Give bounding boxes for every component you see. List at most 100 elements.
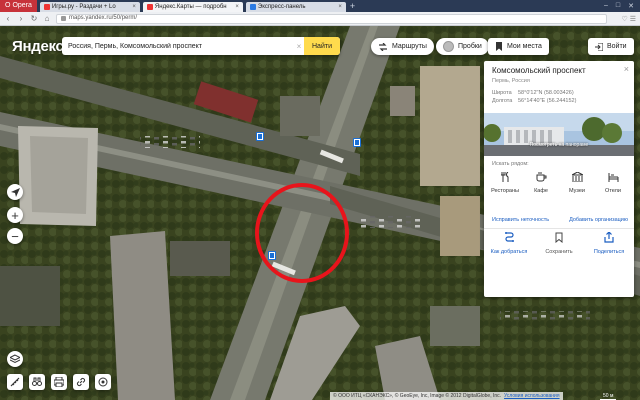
close-window-icon[interactable]: ✕ [628,2,634,10]
yandex-logo[interactable]: Яндекс [12,38,64,55]
printer-icon [54,377,64,387]
back-icon[interactable]: ‹ [4,14,12,23]
place-subtitle: Пермь, Россия [492,78,530,84]
ruler-icon [10,377,20,387]
category-label: Рестораны [491,188,519,194]
share-label: Поделиться [593,249,625,255]
route-icon [504,232,514,242]
bed-icon [608,173,618,182]
browser-tab-igry[interactable]: Игры.ру - Раздачи + Lo × [39,2,140,12]
copyright-bar: © ООО ИТЦ «СКАНЭКС», © GeoEye, Inc, Imag… [330,392,563,400]
tab-label: Экспресс-панель [257,4,306,10]
reload-icon[interactable]: ↻ [30,14,38,23]
traffic-button[interactable]: Пробки [436,38,489,55]
longitude-label: Долгота [492,98,513,104]
share-button[interactable]: Поделиться [586,232,632,255]
opera-logo-icon: O [5,2,11,9]
site-info-icon[interactable] [61,16,66,21]
category-cafe[interactable]: Кафе [524,172,558,194]
category-label: Отели [605,188,621,194]
transit-stop-icon[interactable] [353,138,361,147]
category-hotels[interactable]: Отели [596,172,630,194]
latitude-value: 58°0'12"N (58.003426) [518,90,574,96]
panorama-thumbnail[interactable] [484,113,634,156]
panorama-link[interactable]: Посмотреть на панораме [484,142,634,148]
panel-links: Исправить неточность Добавить организаци… [492,217,628,223]
zoom-out-button[interactable]: − [7,228,23,244]
bookmark-heart-icon[interactable]: ♡ ☰ [612,15,637,23]
find-button[interactable]: Найти [304,37,340,55]
add-organization-link[interactable]: Добавить организацию [569,217,628,223]
geolocation-button[interactable] [7,184,23,200]
url-field[interactable]: maps.yandex.ru/50/perm/ [56,13,607,24]
login-button[interactable]: Войти [588,38,634,55]
bookmark-icon [555,232,563,243]
traffic-light-icon [443,41,454,52]
search-input[interactable] [62,38,294,54]
terms-of-use-link[interactable]: Условия использования [504,392,560,400]
clear-search-icon[interactable]: × [294,42,304,51]
close-panel-icon[interactable]: × [624,64,629,74]
category-label: Музеи [569,188,585,194]
opera-menu-button[interactable]: O Opera [0,0,37,12]
browser-tab-express-panel[interactable]: Экспресс-панель × [245,2,346,12]
maximize-icon[interactable]: □ [616,2,620,10]
layers-icon [10,354,20,364]
print-button[interactable] [51,374,67,390]
museum-icon [571,172,583,182]
transit-stop-icon[interactable] [268,251,276,260]
search-nearby-label: Искать рядом: [492,161,529,167]
tab-label: Игры.ру - Раздачи + Lo [51,4,116,10]
my-places-button[interactable]: Мои места [488,38,549,55]
directions-button[interactable]: Как добраться [486,232,532,255]
zoom-in-button[interactable]: + [7,207,23,223]
directions-label: Как добраться [490,249,528,255]
category-museums[interactable]: Музеи [560,172,594,194]
fix-inaccuracy-link[interactable]: Исправить неточность [492,217,549,223]
tab-close-icon[interactable]: × [235,2,239,12]
panel-divider [484,228,634,229]
bookmark-icon [496,42,502,51]
traffic-label: Пробки [458,43,482,50]
opera-menu-label: Opera [12,2,32,9]
fork-knife-icon [500,172,508,182]
home-icon[interactable]: ⌂ [43,14,51,23]
routes-button[interactable]: Маршруты [371,38,434,55]
save-button[interactable]: Сохранить [536,232,582,255]
tab-close-icon[interactable]: × [338,2,342,12]
layers-button[interactable] [7,351,23,367]
transit-stop-icon[interactable] [256,132,264,141]
save-label: Сохранить [545,249,573,255]
longitude-row: Долгота 56°14'40"E (56.244152) [492,98,576,104]
binoculars-icon [32,377,42,386]
link-icon [76,377,86,387]
feedback-button[interactable] [95,374,111,390]
panel-actions: Как добраться Сохранить Поделиться [484,232,634,255]
minimize-icon[interactable]: – [604,2,608,10]
url-text: maps.yandex.ru/50/perm/ [69,15,138,21]
browser-tab-bar: O Opera Игры.ру - Раздачи + Lo × Яндекс.… [0,0,640,12]
link-button[interactable] [73,374,89,390]
window-controls: – □ ✕ [604,2,640,10]
login-label: Войти [607,43,627,50]
category-restaurants[interactable]: Рестораны [488,172,522,194]
category-label: Кафе [534,188,548,194]
longitude-value: 56°14'40"E (56.244152) [518,98,577,104]
tab-favicon-icon [43,4,50,10]
satellite-map[interactable]: Яндекс × Найти Маршруты Пробки Мои места… [0,26,640,400]
share-icon [604,232,614,243]
browser-tab-yandex-maps[interactable]: Яндекс.Карты — подробн × [142,2,243,12]
location-arrow-icon [10,187,20,197]
feedback-icon [98,377,108,387]
forward-icon[interactable]: › [17,14,25,23]
tab-close-icon[interactable]: × [132,2,136,12]
panorama-button[interactable] [29,374,45,390]
ruler-button[interactable] [7,374,23,390]
new-tab-button[interactable]: + [350,1,355,11]
tab-label: Яндекс.Карты — подробн [154,4,227,10]
panorama-image [484,113,634,156]
latitude-label: Широта [492,90,512,96]
copyright-text: © ООО ИТЦ «СКАНЭКС», © GeoEye, Inc, Imag… [333,393,502,399]
login-icon [595,42,603,51]
my-places-label: Мои места [507,43,542,50]
